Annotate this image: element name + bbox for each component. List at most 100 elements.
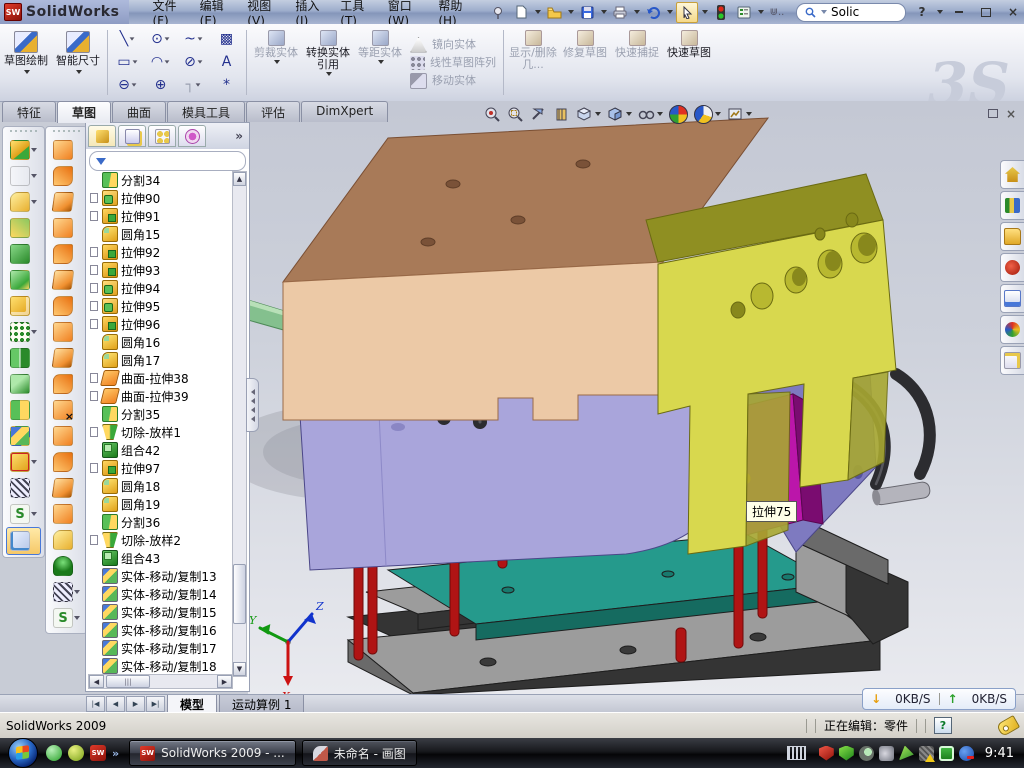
surface-tool-button[interactable] bbox=[46, 553, 87, 579]
section-view-icon[interactable] bbox=[528, 104, 549, 124]
feature-tree-item[interactable]: 圆角19 bbox=[88, 495, 231, 513]
feature-tree-item[interactable]: 分割34 bbox=[88, 171, 231, 189]
tree-horizontal-scrollbar[interactable]: ◀ ||| ▶ bbox=[88, 674, 233, 689]
surface-tool-button[interactable] bbox=[46, 293, 87, 319]
expand-arrow-icon[interactable] bbox=[90, 428, 99, 437]
taskbar-button[interactable]: SW SolidWorks 2009 - ... bbox=[129, 740, 296, 766]
sketch-entity-button[interactable]: ~ bbox=[177, 27, 210, 50]
surface-tool-button[interactable] bbox=[46, 501, 87, 527]
rotate-view-icon[interactable] bbox=[551, 104, 572, 124]
pen-mode-icon[interactable]: ⋓.. bbox=[767, 3, 787, 22]
sketch-entity-button[interactable]: * bbox=[210, 73, 243, 96]
sketch-entity-button[interactable]: ⊖ bbox=[111, 73, 144, 96]
expand-arrow-icon[interactable] bbox=[90, 500, 99, 509]
surface-tool-button[interactable] bbox=[46, 371, 87, 397]
feature-tree-item[interactable]: 圆角18 bbox=[88, 477, 231, 495]
expand-arrow-icon[interactable] bbox=[90, 338, 99, 347]
task-pane-tab[interactable] bbox=[1000, 315, 1024, 344]
task-pane-tab[interactable] bbox=[1000, 346, 1024, 375]
expand-arrow-icon[interactable] bbox=[90, 554, 99, 563]
scroll-up-arrow[interactable]: ▲ bbox=[233, 172, 246, 186]
display-style-icon[interactable] bbox=[574, 104, 603, 124]
expand-arrow-icon[interactable] bbox=[90, 284, 99, 293]
doc-restore-icon[interactable] bbox=[988, 107, 998, 121]
feature-tool-button[interactable] bbox=[3, 449, 44, 475]
network-warning-tray-icon[interactable] bbox=[919, 746, 934, 761]
tab-nav-button[interactable]: ▶| bbox=[146, 696, 165, 712]
feature-tree-item[interactable]: 实体-移动/复制18 bbox=[88, 657, 231, 675]
feature-tool-button[interactable] bbox=[3, 293, 44, 319]
expand-arrow-icon[interactable] bbox=[90, 194, 99, 203]
feature-tree-item[interactable]: 圆角15 bbox=[88, 225, 231, 243]
sketch-entity-button[interactable]: ▭ bbox=[111, 50, 144, 73]
tab-nav-button[interactable]: ▶ bbox=[126, 696, 145, 712]
search-box[interactable]: Solic bbox=[796, 3, 906, 22]
expand-arrow-icon[interactable] bbox=[90, 176, 99, 185]
surface-tool-button[interactable] bbox=[46, 137, 87, 163]
minimize-button[interactable] bbox=[948, 4, 970, 21]
sketch-entity-button[interactable]: ╲ bbox=[111, 27, 144, 50]
apply-scene-icon[interactable] bbox=[692, 104, 723, 124]
surface-tool-button[interactable] bbox=[46, 423, 87, 449]
options-icon[interactable] bbox=[734, 3, 754, 22]
feature-tree-item[interactable]: 曲面-拉伸39 bbox=[88, 387, 231, 405]
antivirus-tray-icon[interactable] bbox=[819, 746, 834, 761]
surface-tool-button[interactable] bbox=[46, 475, 87, 501]
close-button[interactable]: × bbox=[1002, 4, 1024, 21]
tree-vertical-scrollbar[interactable]: ▲ ▼ bbox=[232, 171, 247, 677]
ribbon-mid-button[interactable]: 剪裁实体 bbox=[250, 26, 302, 99]
expand-arrow-icon[interactable] bbox=[90, 446, 99, 455]
expand-arrow-icon[interactable] bbox=[90, 536, 99, 545]
feature-manager-tab[interactable] bbox=[88, 125, 116, 147]
command-tab[interactable]: 评估 bbox=[246, 101, 300, 122]
feature-tree-item[interactable]: 拉伸93 bbox=[88, 261, 231, 279]
task-pane-tab[interactable] bbox=[1000, 191, 1024, 220]
feature-tree-item[interactable]: 切除-放样1 bbox=[88, 423, 231, 441]
feature-tree-item[interactable]: 圆角17 bbox=[88, 351, 231, 369]
update-tray-icon[interactable] bbox=[859, 746, 874, 761]
expand-arrow-icon[interactable] bbox=[90, 590, 99, 599]
scroll-thumb[interactable] bbox=[233, 564, 246, 624]
feature-tree-item[interactable]: 拉伸91 bbox=[88, 207, 231, 225]
surface-tool-button[interactable] bbox=[46, 267, 87, 293]
feature-tree-item[interactable]: 分割36 bbox=[88, 513, 231, 531]
undo-icon[interactable] bbox=[643, 3, 663, 22]
tab-nav-button[interactable]: ◀ bbox=[106, 696, 125, 712]
expand-arrow-icon[interactable] bbox=[90, 374, 99, 383]
feature-tool-button[interactable] bbox=[3, 345, 44, 371]
feature-tool-button[interactable] bbox=[3, 137, 44, 163]
taskbar-clock[interactable]: 9:41 bbox=[985, 746, 1014, 761]
feature-tree-item[interactable]: 拉伸96 bbox=[88, 315, 231, 333]
command-tab[interactable]: 曲面 bbox=[112, 101, 166, 122]
model-canvas[interactable]: φ bbox=[248, 101, 1024, 694]
graphics-viewport[interactable]: φ bbox=[248, 101, 1024, 694]
ribbon-mid-button[interactable]: 转换实体引用 bbox=[302, 26, 354, 99]
ribbon-right-button[interactable]: 快速草图 bbox=[663, 26, 715, 99]
expand-arrow-icon[interactable] bbox=[90, 518, 99, 527]
expand-arrow-icon[interactable] bbox=[90, 644, 99, 653]
security-tray-icon[interactable] bbox=[839, 746, 854, 761]
expand-arrow-icon[interactable] bbox=[90, 482, 99, 491]
restore-button[interactable] bbox=[975, 4, 997, 21]
sketch-entity-button[interactable]: A bbox=[210, 50, 243, 73]
feature-tool-button[interactable] bbox=[3, 501, 44, 527]
tree-filter-box[interactable] bbox=[89, 151, 246, 171]
view-orientation-icon[interactable] bbox=[605, 104, 634, 124]
volume-tray-icon[interactable] bbox=[879, 746, 894, 761]
ribbon-right-button[interactable]: 显示/删除几... bbox=[507, 26, 559, 99]
surface-tool-button[interactable] bbox=[46, 189, 87, 215]
surface-tool-button[interactable] bbox=[46, 241, 87, 267]
feature-tool-button[interactable] bbox=[6, 527, 41, 555]
ribbon-list-button[interactable]: 镜向实体 bbox=[410, 37, 496, 53]
expand-arrow-icon[interactable] bbox=[90, 266, 99, 275]
feature-tree-item[interactable]: 切除-放样2 bbox=[88, 531, 231, 549]
surface-tool-button[interactable] bbox=[46, 605, 87, 631]
ribbon-list-button[interactable]: 移动实体 bbox=[410, 73, 496, 89]
search-input-value[interactable]: Solic bbox=[831, 5, 859, 19]
expand-arrow-icon[interactable] bbox=[90, 626, 99, 635]
configuration-manager-tab[interactable] bbox=[148, 125, 176, 147]
sync-tray-icon[interactable] bbox=[899, 746, 914, 761]
zoom-area-icon[interactable] bbox=[505, 104, 526, 124]
expand-arrow-icon[interactable] bbox=[90, 302, 99, 311]
feature-tree-item[interactable]: 拉伸92 bbox=[88, 243, 231, 261]
